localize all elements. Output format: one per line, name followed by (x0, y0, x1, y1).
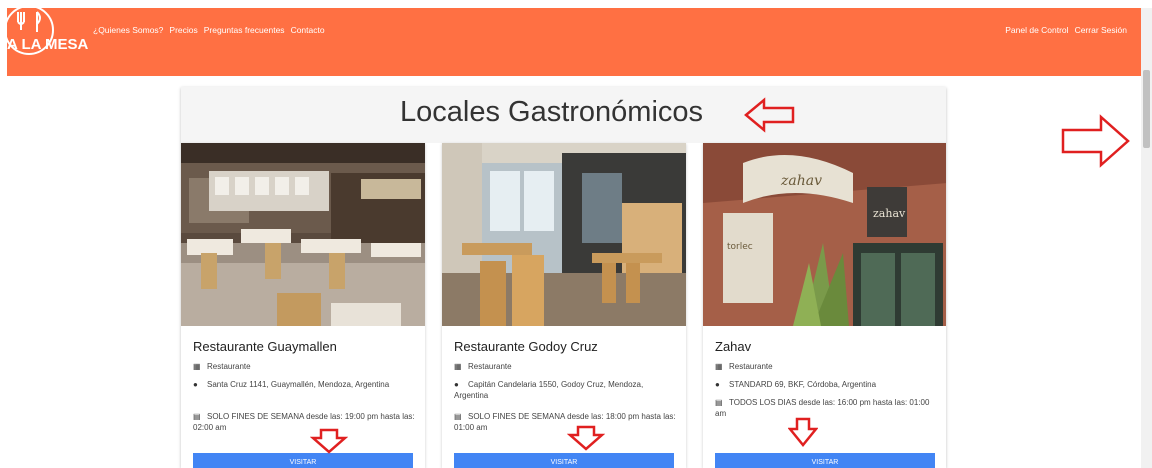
nav-link-quienes-somos[interactable]: ¿Quienes Somos? (93, 25, 163, 35)
panel-header: Locales Gastronómicos (181, 87, 946, 143)
calendar-icon: ▤ (454, 412, 462, 421)
restaurant-address-row: ● Santa Cruz 1141, Guaymallén, Mendoza, A… (193, 379, 417, 390)
restaurant-address: Capitán Candelaria 1550, Godoy Cruz, Men… (454, 380, 644, 400)
scrollbar[interactable] (1141, 8, 1152, 468)
globe-icon: ● (454, 380, 459, 389)
visit-button[interactable]: VISITAR (715, 453, 935, 468)
restaurant-schedule-row: ▤ SOLO FINES DE SEMANA desde las: 18:00 p… (454, 411, 678, 433)
globe-icon: ● (193, 380, 198, 389)
nav-link-panel-de-control[interactable]: Panel de Control (1005, 25, 1068, 35)
red-arrow-down-icon (310, 428, 348, 454)
svg-text:zahav: zahav (873, 207, 906, 220)
restaurant-schedule-row: ▤ SOLO FINES DE SEMANA desde las: 19:00 p… (193, 411, 417, 433)
svg-text:zahav: zahav (780, 173, 822, 189)
logo[interactable]: A LA MESA (7, 8, 88, 66)
restaurant-type-row: ▦ Restaurante (454, 361, 678, 372)
visit-button[interactable]: VISITAR (193, 453, 413, 468)
building-icon: ▦ (193, 362, 201, 371)
nav-links: ¿Quienes Somos? Precios Preguntas frecue… (93, 25, 325, 35)
restaurant-type-row: ▦ Restaurante (715, 361, 939, 372)
restaurant-schedule: SOLO FINES DE SEMANA desde las: 18:00 pm… (454, 412, 676, 432)
restaurant-type: Restaurante (468, 362, 512, 371)
restaurant-photo: zahav zahav torlec (703, 143, 946, 326)
restaurant-photo (181, 143, 425, 326)
restaurant-card: Restaurante Guaymallen ▦ Restaurante ● San… (181, 143, 425, 468)
building-icon: ▦ (715, 362, 723, 371)
restaurant-address: Santa Cruz 1141, Guaymallén, Mendoza, Ar… (207, 380, 390, 389)
calendar-icon: ▤ (715, 398, 723, 407)
restaurant-card: zahav zahav torlec Zahav ▦ Restaurante ● S… (703, 143, 946, 468)
restaurant-schedule: SOLO FINES DE SEMANA desde las: 19:00 pm… (193, 412, 415, 432)
nav-right-links: Panel de Control Cerrar Sesión (1005, 25, 1127, 35)
nav-link-cerrar-sesion[interactable]: Cerrar Sesión (1075, 25, 1127, 35)
restaurant-address: STANDARD 69, BKF, Córdoba, Argentina (729, 380, 877, 389)
restaurant-schedule-row: ▤ TODOS LOS DIAS desde las: 16:00 pm hast… (715, 397, 939, 419)
restaurant-address-row: ● STANDARD 69, BKF, Córdoba, Argentina (715, 379, 939, 390)
red-arrow-right-icon (1061, 114, 1130, 168)
restaurant-name: Restaurante Guaymallen (193, 339, 337, 354)
restaurant-name: Zahav (715, 339, 752, 354)
restaurant-schedule: TODOS LOS DIAS desde las: 16:00 pm hasta… (715, 398, 930, 418)
red-arrow-left-icon (744, 97, 795, 133)
svg-text:torlec: torlec (727, 242, 753, 252)
page-title: Locales Gastronómicos (400, 96, 704, 128)
restaurant-type-row: ▦ Restaurante (193, 361, 417, 372)
restaurant-name: Restaurante Godoy Cruz (454, 339, 598, 354)
restaurant-card: Restaurante Godoy Cruz ▦ Restaurante ● Cap… (442, 143, 686, 468)
red-arrow-down-icon (567, 425, 605, 451)
top-navbar: A LA MESA ¿Quienes Somos? Precios Pregun… (7, 8, 1141, 76)
logo-text: A LA MESA (7, 36, 89, 53)
scrollbar-thumb[interactable] (1143, 70, 1150, 148)
visit-button[interactable]: VISITAR (454, 453, 674, 468)
main-panel: Locales Gastronómicos Restaurante Guayma… (181, 87, 946, 468)
nav-link-contacto[interactable]: Contacto (291, 25, 325, 35)
building-icon: ▦ (454, 362, 462, 371)
nav-link-preguntas-frecuentes[interactable]: Preguntas frecuentes (204, 25, 285, 35)
restaurant-type: Restaurante (207, 362, 251, 371)
restaurant-type: Restaurante (729, 362, 773, 371)
nav-link-precios[interactable]: Precios (169, 25, 197, 35)
restaurant-photo (442, 143, 686, 326)
calendar-icon: ▤ (193, 412, 201, 421)
globe-icon: ● (715, 380, 720, 389)
red-arrow-down-icon (788, 417, 818, 447)
restaurant-address-row: ● Capitán Candelaria 1550, Godoy Cruz, Me… (454, 379, 678, 401)
